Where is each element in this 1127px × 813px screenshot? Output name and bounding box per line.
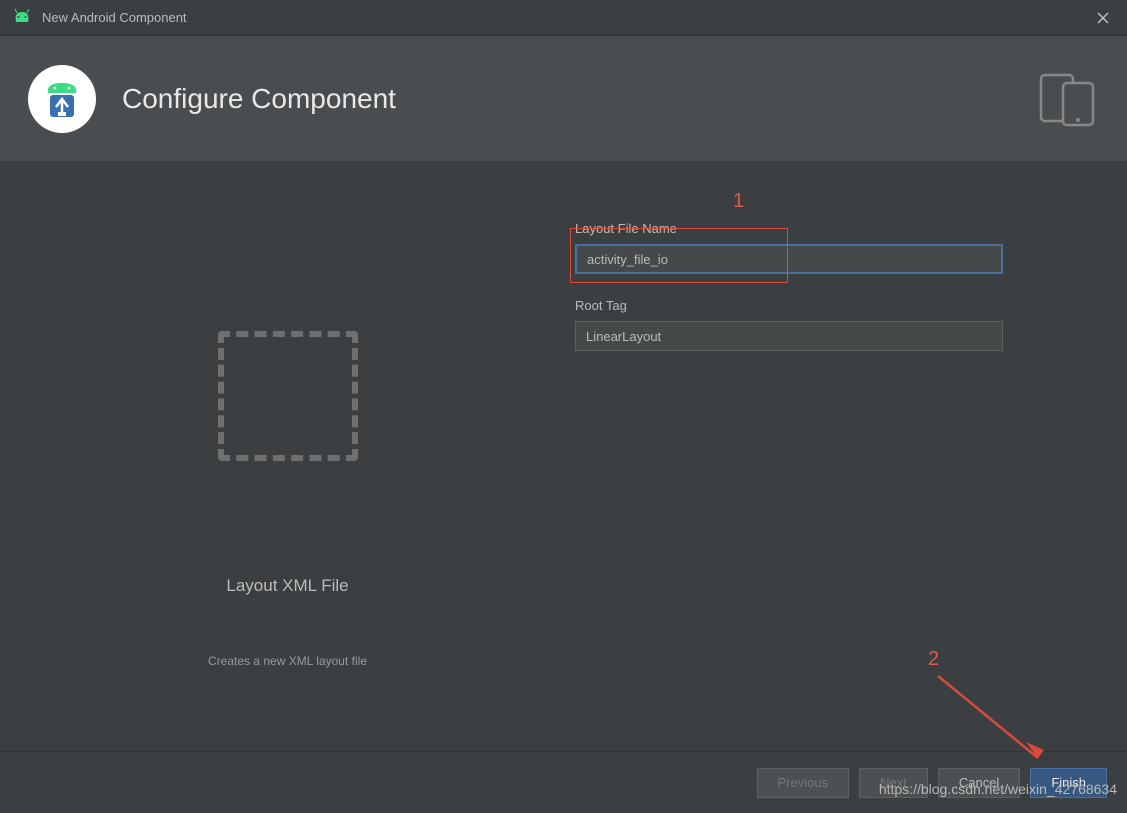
- preview-subtitle: Creates a new XML layout file: [208, 654, 367, 668]
- device-icon: [1035, 67, 1099, 131]
- footer: Previous Next Cancel Finish: [0, 751, 1127, 813]
- cancel-button[interactable]: Cancel: [938, 768, 1020, 798]
- titlebar: New Android Component: [0, 0, 1127, 36]
- preview-title: Layout XML File: [226, 576, 348, 596]
- previous-button[interactable]: Previous: [757, 768, 850, 798]
- page-title: Configure Component: [122, 83, 396, 115]
- wizard-icon: [28, 65, 96, 133]
- finish-button[interactable]: Finish: [1030, 768, 1107, 798]
- close-button[interactable]: [1091, 6, 1115, 30]
- main-content: Layout XML File Creates a new XML layout…: [0, 161, 1127, 751]
- android-logo-icon: [12, 8, 32, 27]
- layout-file-name-label: Layout File Name: [575, 221, 1007, 236]
- window-title: New Android Component: [42, 10, 187, 25]
- root-tag-label: Root Tag: [575, 298, 1007, 313]
- preview-placeholder: [218, 331, 358, 461]
- root-tag-input[interactable]: [575, 321, 1003, 351]
- layout-file-name-input[interactable]: [575, 244, 1003, 274]
- form-panel: Layout File Name Root Tag: [575, 161, 1127, 751]
- preview-panel: Layout XML File Creates a new XML layout…: [0, 161, 575, 751]
- next-button[interactable]: Next: [859, 768, 928, 798]
- header: Configure Component: [0, 36, 1127, 161]
